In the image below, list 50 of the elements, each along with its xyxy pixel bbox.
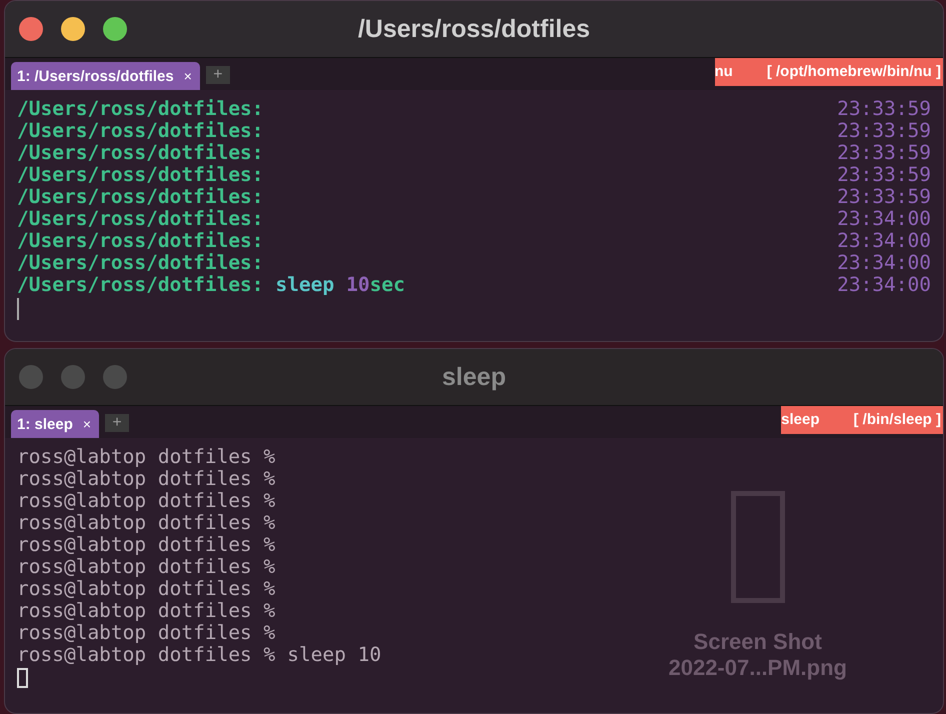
timestamp: 23:33:59	[837, 142, 931, 164]
prompt: ross@labtop dotfiles %	[17, 534, 276, 556]
window-title: sleep	[442, 362, 506, 390]
process-name: nu	[714, 62, 733, 80]
timestamp: 23:34:00	[837, 274, 931, 296]
prompt: ross@labtop dotfiles %	[17, 446, 276, 468]
prompt: /Users/ross/dotfiles:	[17, 164, 264, 186]
prompt: ross@labtop dotfiles %	[17, 512, 276, 534]
command-argument: 10sec	[346, 274, 405, 296]
timestamp: 23:33:59	[837, 120, 931, 142]
command: sleep 10	[287, 644, 382, 666]
prompt: ross@labtop dotfiles %	[17, 578, 276, 600]
timestamp: 23:34:00	[837, 208, 931, 230]
prompt: /Users/ross/dotfiles:	[17, 252, 264, 274]
timestamp: 23:33:59	[837, 164, 931, 186]
process-name: sleep	[781, 410, 820, 428]
timestamp: 23:34:00	[837, 252, 931, 274]
prompt: /Users/ross/dotfiles:	[17, 98, 264, 120]
tab[interactable]: 1: /Users/ross/dotfiles ×	[11, 62, 200, 90]
prompt: /Users/ross/dotfiles:	[17, 120, 264, 142]
timestamp: 23:33:59	[837, 186, 931, 208]
timestamp: 23:34:00	[837, 230, 931, 252]
command: sleep	[276, 274, 334, 296]
new-tab-button[interactable]: +	[206, 66, 230, 84]
new-tab-button[interactable]: +	[105, 414, 130, 432]
prompt: ross@labtop dotfiles %	[17, 622, 276, 644]
text-cursor	[17, 298, 19, 320]
file-name: Screen Shot	[694, 629, 822, 655]
prompt: ross@labtop dotfiles %	[17, 468, 276, 490]
window-title: /Users/ross/dotfiles	[358, 14, 590, 42]
minimize-button[interactable]	[61, 17, 85, 41]
prompt: /Users/ross/dotfiles:	[17, 230, 264, 252]
timestamp: 23:33:59	[837, 98, 931, 120]
process-path: [ /bin/sleep ]	[853, 410, 941, 428]
file-name: 2022-07...PM.png	[668, 655, 847, 681]
close-icon[interactable]: ×	[82, 416, 92, 432]
process-path: [ /opt/homebrew/bin/nu ]	[766, 62, 941, 80]
prompt: ross@labtop dotfiles %	[17, 644, 276, 666]
close-icon[interactable]: ×	[184, 68, 192, 84]
prompt: ross@labtop dotfiles %	[17, 556, 276, 578]
prompt: ross@labtop dotfiles %	[17, 600, 276, 622]
prompt: /Users/ross/dotfiles:	[17, 142, 264, 164]
prompt: ross@labtop dotfiles %	[17, 490, 276, 512]
prompt: /Users/ross/dotfiles:	[17, 274, 264, 296]
text-cursor	[17, 668, 28, 688]
prompt: /Users/ross/dotfiles:	[17, 208, 264, 230]
close-button[interactable]	[19, 17, 43, 41]
zoom-button[interactable]	[103, 17, 127, 41]
prompt: /Users/ross/dotfiles:	[17, 186, 264, 208]
tab[interactable]: 1: sleep ×	[11, 410, 100, 438]
